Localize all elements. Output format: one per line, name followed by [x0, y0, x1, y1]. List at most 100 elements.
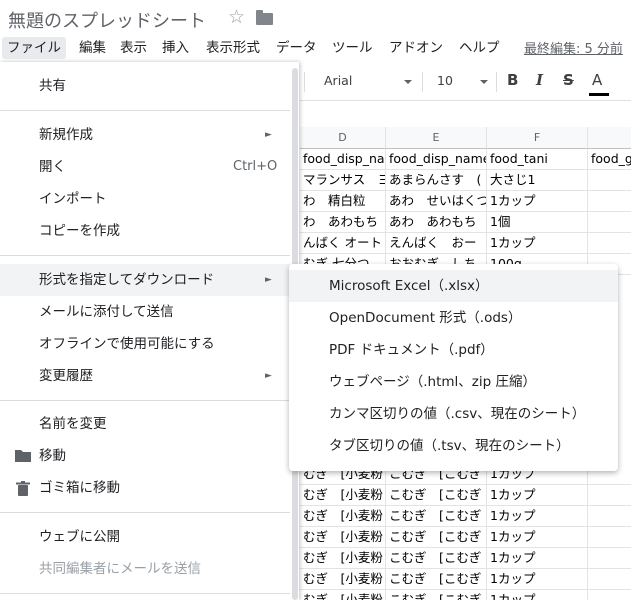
cell[interactable]: むぎ [小麦粉 — [300, 548, 386, 569]
submenu-arrow-icon: ► — [265, 275, 272, 285]
menu-item-rename[interactable]: 名前を変更 — [0, 408, 290, 440]
cell[interactable]: food_g — [588, 149, 631, 170]
download-html[interactable]: ウェブページ（.html、zip 圧縮） — [289, 366, 618, 398]
cell[interactable] — [588, 527, 631, 548]
menu-item-email-attachment[interactable]: メールに添付して送信 — [0, 296, 290, 328]
cell[interactable] — [588, 548, 631, 569]
menu-tools[interactable]: ツール — [332, 37, 373, 59]
cell[interactable]: あわ せいはくつ — [386, 191, 487, 212]
cell[interactable]: あわ あわもち — [386, 212, 487, 233]
column-header-g[interactable] — [588, 127, 631, 149]
cell[interactable]: 1カップ — [487, 569, 588, 590]
menu-view[interactable]: 表示 — [120, 37, 147, 59]
cell[interactable]: 1カップ — [487, 485, 588, 506]
menu-item-trash[interactable]: ゴミ箱に移動 — [0, 472, 290, 504]
chevron-down-icon[interactable] — [480, 80, 488, 84]
cell[interactable]: 1カップ — [487, 233, 588, 254]
cell[interactable]: 1カップ — [487, 527, 588, 548]
download-submenu: Microsoft Excel（.xlsx） OpenDocument 形式（.… — [289, 264, 618, 471]
cell[interactable]: food_tani — [487, 149, 588, 170]
download-xlsx[interactable]: Microsoft Excel（.xlsx） — [289, 270, 618, 302]
strikethrough-button[interactable]: S — [563, 71, 574, 89]
cell[interactable]: んばく オート — [300, 233, 386, 254]
menu-item-label: Microsoft Excel（.xlsx） — [329, 278, 489, 294]
cell[interactable]: えんばく おー — [386, 233, 487, 254]
column-header-f[interactable]: F — [487, 127, 588, 149]
text-color-button[interactable]: A — [592, 71, 602, 89]
cell[interactable] — [588, 485, 631, 506]
toolbar-divider — [496, 72, 497, 92]
cell[interactable]: わ 精白粒 — [300, 191, 386, 212]
last-edit-link[interactable]: 最終編集: 5 分前 — [524, 38, 623, 57]
column-header-e[interactable]: E — [386, 127, 487, 149]
cell[interactable] — [588, 506, 631, 527]
menu-item-label: PDF ドキュメント（.pdf） — [329, 342, 494, 358]
menu-format[interactable]: 表示形式 — [206, 37, 260, 59]
menu-file[interactable]: ファイル — [2, 37, 66, 59]
menu-item-label: ゴミ箱に移動 — [39, 480, 120, 496]
menu-item-publish[interactable]: ウェブに公開 — [0, 521, 290, 553]
folder-icon[interactable] — [256, 10, 273, 25]
cell[interactable]: こむぎ [こむぎ — [386, 485, 487, 506]
menu-item-new[interactable]: 新規作成 ► — [0, 119, 290, 151]
bold-button[interactable]: B — [507, 71, 518, 89]
cell[interactable]: 1個 — [487, 212, 588, 233]
cell[interactable]: むぎ [小麦粉 — [300, 590, 386, 600]
menu-item-download-as[interactable]: 形式を指定してダウンロード ► — [0, 264, 290, 296]
document-title[interactable]: 無題のスプレッドシート — [8, 7, 206, 33]
cell[interactable] — [588, 170, 631, 191]
cell[interactable]: food_disp_name — [300, 149, 386, 170]
toolbar: Arial 10 B I S A — [300, 62, 631, 101]
cell[interactable] — [588, 191, 631, 212]
cell[interactable]: こむぎ [こむぎ — [386, 506, 487, 527]
cell[interactable] — [588, 212, 631, 233]
menu-item-open[interactable]: 開く Ctrl+O — [0, 151, 290, 183]
cell[interactable]: food_disp_name — [386, 149, 487, 170]
cell[interactable]: むぎ [小麦粉 — [300, 527, 386, 548]
download-csv[interactable]: カンマ区切りの値（.csv、現在のシート） — [289, 398, 618, 430]
cell[interactable]: こむぎ [こむぎ — [386, 569, 487, 590]
menu-item-import[interactable]: インポート — [0, 183, 290, 215]
cell[interactable]: 1カップ — [487, 590, 588, 600]
download-pdf[interactable]: PDF ドキュメント（.pdf） — [289, 334, 618, 366]
download-ods[interactable]: OpenDocument 形式（.ods） — [289, 302, 618, 334]
menu-help[interactable]: ヘルプ — [459, 37, 500, 59]
menu-edit[interactable]: 編集 — [79, 37, 106, 59]
menu-data[interactable]: データ — [276, 37, 317, 59]
menu-insert[interactable]: 挿入 — [162, 37, 189, 59]
download-tsv[interactable]: タブ区切りの値（.tsv、現在のシート） — [289, 430, 618, 462]
menu-item-label: 新規作成 — [39, 127, 93, 143]
cell[interactable]: こむぎ [こむぎ — [386, 527, 487, 548]
cell[interactable]: 1カップ — [487, 191, 588, 212]
cell[interactable]: むぎ [小麦粉 — [300, 485, 386, 506]
menu-item-label: コピーを作成 — [39, 223, 120, 239]
font-family-select[interactable]: Arial — [324, 73, 352, 88]
cell[interactable] — [588, 569, 631, 590]
shortcut-hint: Ctrl+O — [233, 159, 278, 174]
font-size-select[interactable]: 10 — [437, 73, 453, 88]
menu-item-offline[interactable]: オフラインで使用可能にする — [0, 328, 290, 360]
cell[interactable]: むぎ [小麦粉 — [300, 569, 386, 590]
menu-item-move[interactable]: 移動 — [0, 440, 290, 472]
menu-item-make-copy[interactable]: コピーを作成 — [0, 215, 290, 247]
cell[interactable]: あまらんさす ( — [386, 170, 487, 191]
column-header-d[interactable]: D — [300, 127, 386, 149]
cell[interactable]: 1カップ — [487, 548, 588, 569]
menu-item-share[interactable]: 共有 — [0, 70, 290, 102]
cell[interactable]: こむぎ [こむぎ — [386, 590, 487, 600]
cell[interactable]: こむぎ [こむぎ — [386, 548, 487, 569]
cell[interactable]: わ あわもち — [300, 212, 386, 233]
cell[interactable]: 1カップ — [487, 506, 588, 527]
cell[interactable]: むぎ [小麦粉 — [300, 506, 386, 527]
cell[interactable]: マランサス ヨ — [300, 170, 386, 191]
menu-item-version-history[interactable]: 変更履歴 ► — [0, 360, 290, 392]
cell[interactable] — [588, 590, 631, 600]
italic-button[interactable]: I — [536, 71, 543, 89]
cell[interactable]: 大さじ1 — [487, 170, 588, 191]
cell[interactable] — [588, 233, 631, 254]
chevron-down-icon[interactable] — [404, 80, 412, 84]
menu-item-label: 名前を変更 — [39, 416, 107, 432]
menu-item-label: 開く — [39, 159, 66, 175]
menu-addons[interactable]: アドオン — [389, 37, 443, 59]
star-icon[interactable]: ☆ — [228, 6, 245, 28]
